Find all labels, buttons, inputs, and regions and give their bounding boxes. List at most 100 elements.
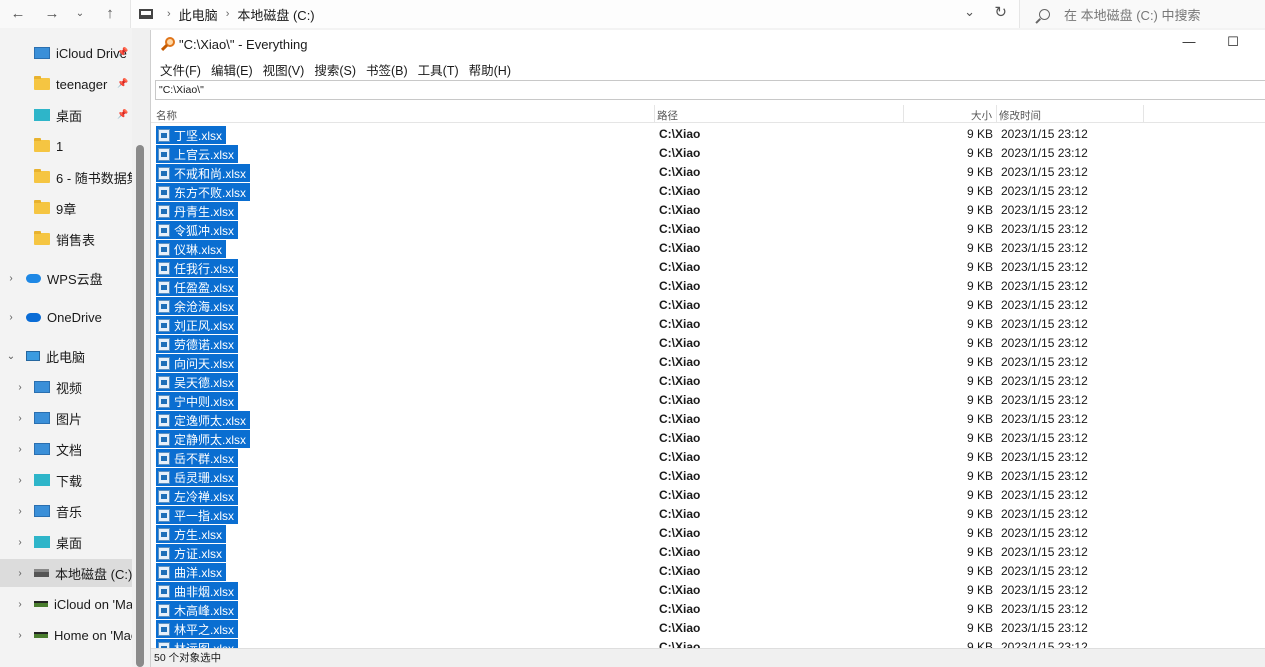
menu-search[interactable]: 搜索(S) xyxy=(309,60,361,79)
column-header-modified[interactable]: 修改时间 xyxy=(999,108,1041,123)
maximize-icon[interactable]: ☐ xyxy=(1223,34,1243,54)
sidebar-item-videos[interactable]: › 视频 xyxy=(0,373,132,401)
address-bar[interactable]: › 此电脑 › 本地磁盘 (C:) ⌄ ↻ xyxy=(130,0,1020,28)
sidebar-item-icloud-on-mac[interactable]: › iCloud on 'Mac xyxy=(0,590,132,618)
up-arrow-icon[interactable]: ↑ xyxy=(100,4,120,24)
chevron-down-icon[interactable]: ⌄ xyxy=(6,351,16,362)
results-list[interactable]: 丁坚.xlsx C:\Xiao 9 KB 2023/1/15 23:12 上官云.xls… xyxy=(151,125,1265,651)
column-header-path[interactable]: 路径 xyxy=(657,108,678,123)
file-name-cell[interactable]: 岳灵珊.xlsx xyxy=(156,468,239,486)
file-name-cell[interactable]: 曲洋.xlsx xyxy=(156,563,227,581)
everything-title-bar[interactable]: "C:\Xiao\" - Everything — ☐ xyxy=(151,30,1265,58)
recent-chevron-down-icon[interactable]: ⌄ xyxy=(70,4,90,24)
minimize-icon[interactable]: — xyxy=(1179,34,1199,54)
result-row[interactable]: 方生.xlsx C:\Xiao 9 KB 2023/1/15 23:12 xyxy=(151,524,1265,543)
file-name-cell[interactable]: 任我行.xlsx xyxy=(156,259,239,277)
result-row[interactable]: 左冷禅.xlsx C:\Xiao 9 KB 2023/1/15 23:12 xyxy=(151,486,1265,505)
file-name-cell[interactable]: 东方不败.xlsx xyxy=(156,183,251,201)
sidebar-item-home-on-mac[interactable]: › Home on 'Mac xyxy=(0,621,132,649)
sidebar-item-chapter9[interactable]: 9章 xyxy=(0,194,132,222)
sidebar-item-local-disk-c[interactable]: › 本地磁盘 (C:) xyxy=(0,559,132,587)
breadcrumb-this-pc[interactable]: 此电脑 xyxy=(179,5,218,24)
sidebar-item-teenager[interactable]: teenager 📌 xyxy=(0,70,132,98)
file-name-cell[interactable]: 向问天.xlsx xyxy=(156,354,239,372)
sidebar-item-documents[interactable]: › 文档 xyxy=(0,435,132,463)
chevron-right-icon[interactable]: › xyxy=(15,475,25,486)
chevron-right-icon[interactable]: › xyxy=(15,568,25,579)
file-name-cell[interactable]: 劳德诺.xlsx xyxy=(156,335,239,353)
file-name-cell[interactable]: 丹青生.xlsx xyxy=(156,202,239,220)
address-dropdown-chevron-icon[interactable]: ⌄ xyxy=(964,4,975,20)
file-name-cell[interactable]: 方生.xlsx xyxy=(156,525,227,543)
chevron-right-icon[interactable]: › xyxy=(15,506,25,517)
chevron-right-icon[interactable]: › xyxy=(6,312,16,323)
menu-edit[interactable]: 编辑(E) xyxy=(206,60,258,79)
result-row[interactable]: 劳德诺.xlsx C:\Xiao 9 KB 2023/1/15 23:12 xyxy=(151,334,1265,353)
result-row[interactable]: 平一指.xlsx C:\Xiao 9 KB 2023/1/15 23:12 xyxy=(151,505,1265,524)
result-row[interactable]: 岳不群.xlsx C:\Xiao 9 KB 2023/1/15 23:12 xyxy=(151,448,1265,467)
result-row[interactable]: 任盈盈.xlsx C:\Xiao 9 KB 2023/1/15 23:12 xyxy=(151,277,1265,296)
result-row[interactable]: 任我行.xlsx C:\Xiao 9 KB 2023/1/15 23:12 xyxy=(151,258,1265,277)
result-row[interactable]: 林平之.xlsx C:\Xiao 9 KB 2023/1/15 23:12 xyxy=(151,619,1265,638)
sidebar-item-sales[interactable]: 销售表 xyxy=(0,225,132,253)
column-divider[interactable] xyxy=(1143,105,1144,123)
menu-tools[interactable]: 工具(T) xyxy=(413,60,464,79)
result-row[interactable]: 东方不败.xlsx C:\Xiao 9 KB 2023/1/15 23:12 xyxy=(151,182,1265,201)
result-row[interactable]: 丁坚.xlsx C:\Xiao 9 KB 2023/1/15 23:12 xyxy=(151,125,1265,144)
result-row[interactable]: 曲洋.xlsx C:\Xiao 9 KB 2023/1/15 23:12 xyxy=(151,562,1265,581)
result-row[interactable]: 仪琳.xlsx C:\Xiao 9 KB 2023/1/15 23:12 xyxy=(151,239,1265,258)
chevron-right-icon[interactable]: › xyxy=(15,599,25,610)
result-row[interactable]: 岳灵珊.xlsx C:\Xiao 9 KB 2023/1/15 23:12 xyxy=(151,467,1265,486)
result-row[interactable]: 木高峰.xlsx C:\Xiao 9 KB 2023/1/15 23:12 xyxy=(151,600,1265,619)
breadcrumb-local-disk[interactable]: 本地磁盘 (C:) xyxy=(237,5,314,24)
sidebar-item-music[interactable]: › 音乐 xyxy=(0,497,132,525)
column-divider[interactable] xyxy=(903,105,904,123)
file-name-cell[interactable]: 林平之.xlsx xyxy=(156,620,239,638)
column-header-size[interactable]: 大小 xyxy=(971,108,992,123)
file-name-cell[interactable]: 吴天德.xlsx xyxy=(156,373,239,391)
file-name-cell[interactable]: 木高峰.xlsx xyxy=(156,601,239,619)
file-name-cell[interactable]: 左冷禅.xlsx xyxy=(156,487,239,505)
column-header-name[interactable]: 名称 xyxy=(156,108,177,123)
column-divider[interactable] xyxy=(654,105,655,123)
menu-file[interactable]: 文件(F) xyxy=(155,60,206,79)
file-name-cell[interactable]: 岳不群.xlsx xyxy=(156,449,239,467)
sidebar-item-dataset[interactable]: 6 - 随书数据集 xyxy=(0,163,132,191)
file-name-cell[interactable]: 定逸师太.xlsx xyxy=(156,411,251,429)
result-row[interactable]: 曲非烟.xlsx C:\Xiao 9 KB 2023/1/15 23:12 xyxy=(151,581,1265,600)
chevron-right-icon[interactable]: › xyxy=(15,444,25,455)
sidebar-item-desktop[interactable]: › 桌面 xyxy=(0,528,132,556)
result-row[interactable]: 定静师太.xlsx C:\Xiao 9 KB 2023/1/15 23:12 xyxy=(151,429,1265,448)
result-row[interactable]: 不戒和尚.xlsx C:\Xiao 9 KB 2023/1/15 23:12 xyxy=(151,163,1265,182)
result-row[interactable]: 定逸师太.xlsx C:\Xiao 9 KB 2023/1/15 23:12 xyxy=(151,410,1265,429)
sidebar-item-downloads[interactable]: › 下载 xyxy=(0,466,132,494)
sidebar-item-pictures[interactable]: › 图片 xyxy=(0,404,132,432)
menu-view[interactable]: 视图(V) xyxy=(258,60,310,79)
sidebar-item-this-pc[interactable]: ⌄ 此电脑 xyxy=(0,342,132,370)
everything-search-input[interactable]: "C:\Xiao\" xyxy=(155,80,1265,100)
result-row[interactable]: 令狐冲.xlsx C:\Xiao 9 KB 2023/1/15 23:12 xyxy=(151,220,1265,239)
file-name-cell[interactable]: 任盈盈.xlsx xyxy=(156,278,239,296)
back-arrow-icon[interactable]: ← xyxy=(8,4,28,24)
file-name-cell[interactable]: 刘正风.xlsx xyxy=(156,316,239,334)
sidebar-item-onedrive[interactable]: › OneDrive xyxy=(0,303,132,331)
file-name-cell[interactable]: 方证.xlsx xyxy=(156,544,227,562)
file-name-cell[interactable]: 丁坚.xlsx xyxy=(156,126,227,144)
sidebar-item-icloud-drive[interactable]: iCloud Drive 📌 xyxy=(0,39,132,67)
file-name-cell[interactable]: 宁中则.xlsx xyxy=(156,392,239,410)
result-row[interactable]: 余沧海.xlsx C:\Xiao 9 KB 2023/1/15 23:12 xyxy=(151,296,1265,315)
file-name-cell[interactable]: 令狐冲.xlsx xyxy=(156,221,239,239)
file-name-cell[interactable]: 上官云.xlsx xyxy=(156,145,239,163)
file-name-cell[interactable]: 曲非烟.xlsx xyxy=(156,582,239,600)
chevron-right-icon[interactable]: › xyxy=(15,537,25,548)
sidebar-item-desktop-pinned[interactable]: 桌面 📌 xyxy=(0,101,132,129)
sidebar-item-1[interactable]: 1 xyxy=(0,132,132,160)
result-row[interactable]: 宁中则.xlsx C:\Xiao 9 KB 2023/1/15 23:12 xyxy=(151,391,1265,410)
menu-help[interactable]: 帮助(H) xyxy=(464,60,516,79)
column-divider[interactable] xyxy=(996,105,997,123)
chevron-right-icon[interactable]: › xyxy=(15,630,25,641)
menu-bookmarks[interactable]: 书签(B) xyxy=(361,60,413,79)
result-row[interactable]: 向问天.xlsx C:\Xiao 9 KB 2023/1/15 23:12 xyxy=(151,353,1265,372)
forward-arrow-icon[interactable]: → xyxy=(42,4,62,24)
sidebar-scrollbar-thumb[interactable] xyxy=(136,145,144,667)
